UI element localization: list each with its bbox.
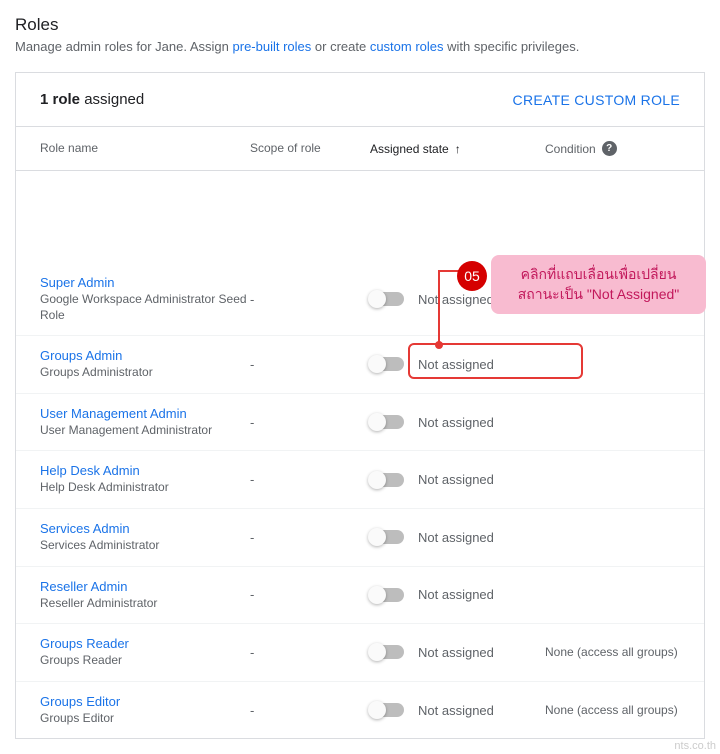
assigned-state-text: Not assigned <box>418 357 494 372</box>
annotation-leader-dot <box>435 341 443 349</box>
role-description: Groups Administrator <box>40 365 250 381</box>
scope-value: - <box>250 472 370 487</box>
scope-value: - <box>250 587 370 602</box>
condition-value: None (access all groups) <box>545 645 680 659</box>
scope-value: - <box>250 645 370 660</box>
assigned-state-text: Not assigned <box>418 645 494 660</box>
assigned-state-text: Not assigned <box>418 703 494 718</box>
scope-value: - <box>250 530 370 545</box>
role-description: Groups Editor <box>40 711 250 727</box>
scope-value: - <box>250 292 370 307</box>
help-icon[interactable]: ? <box>602 141 617 156</box>
role-count-text: assigned <box>80 91 144 108</box>
column-header-condition-label: Condition <box>545 142 596 156</box>
panel-header: 1 role assigned CREATE CUSTOM ROLE <box>16 73 704 127</box>
assigned-state-text: Not assigned <box>418 530 494 545</box>
subtitle-text: or create <box>311 39 370 54</box>
table-row: Help Desk Admin Help Desk Administrator- N… <box>16 451 704 509</box>
page-title: Roles <box>15 15 705 35</box>
column-header-state[interactable]: Assigned state ↑ <box>370 141 545 156</box>
subtitle-text: Manage admin roles for Jane. Assign <box>15 39 233 54</box>
scope-value: - <box>250 415 370 430</box>
assigned-state-text: Not assigned <box>418 415 494 430</box>
assigned-toggle[interactable] <box>370 292 404 306</box>
annotation-leader-line <box>438 270 440 345</box>
role-description: Reseller Administrator <box>40 596 250 612</box>
assigned-toggle[interactable] <box>370 588 404 602</box>
assigned-state-text: Not assigned <box>418 587 494 602</box>
column-header-scope[interactable]: Scope of role <box>250 141 370 156</box>
annotation-step-badge: 05 <box>457 261 487 291</box>
assigned-toggle[interactable] <box>370 645 404 659</box>
annotation-text-box: คลิกที่แถบเลื่อนเพื่อเปลี่ยน สถานะเป็น "… <box>491 255 706 314</box>
annotation-callout: 05 คลิกที่แถบเลื่อนเพื่อเปลี่ยน สถานะเป็… <box>457 255 706 314</box>
role-name-link[interactable]: Services Admin <box>40 521 250 536</box>
condition-value: None (access all groups) <box>545 703 680 717</box>
table-row: Groups Editor Groups Editor- Not assigned N… <box>16 682 704 739</box>
create-custom-role-button[interactable]: CREATE CUSTOM ROLE <box>513 92 680 108</box>
sort-arrow-up-icon: ↑ <box>455 142 461 156</box>
role-name-link[interactable]: Groups Editor <box>40 694 250 709</box>
role-name-link[interactable]: Super Admin <box>40 275 250 290</box>
column-header-name[interactable]: Role name <box>40 141 250 156</box>
annotation-text-line: สถานะเป็น "Not Assigned" <box>505 285 692 305</box>
scope-value: - <box>250 703 370 718</box>
scope-value: - <box>250 357 370 372</box>
custom-roles-link[interactable]: custom roles <box>370 39 444 54</box>
role-description: Help Desk Administrator <box>40 480 250 496</box>
table-row: Groups Reader Groups Reader- Not assigned N… <box>16 624 704 682</box>
role-count: 1 role assigned <box>40 91 144 108</box>
role-name-link[interactable]: Groups Admin <box>40 348 250 363</box>
table-row: User Management Admin User Management Adm… <box>16 394 704 452</box>
annotation-text-line: คลิกที่แถบเลื่อนเพื่อเปลี่ยน <box>505 265 692 285</box>
table-row: Services Admin Services Administrator- Not… <box>16 509 704 567</box>
role-description: User Management Administrator <box>40 423 250 439</box>
assigned-toggle[interactable] <box>370 357 404 371</box>
assigned-state-text: Not assigned <box>418 472 494 487</box>
column-header-condition[interactable]: Condition ? <box>545 141 680 156</box>
assigned-toggle[interactable] <box>370 703 404 717</box>
assigned-toggle[interactable] <box>370 415 404 429</box>
table-row: Groups Admin Groups Administrator- Not ass… <box>16 336 704 394</box>
role-name-link[interactable]: User Management Admin <box>40 406 250 421</box>
table-header-row: Role name Scope of role Assigned state ↑… <box>16 127 704 171</box>
role-name-link[interactable]: Help Desk Admin <box>40 463 250 478</box>
role-description: Google Workspace Administrator Seed Role <box>40 292 250 323</box>
column-header-state-label: Assigned state <box>370 142 449 156</box>
role-count-num: 1 role <box>40 91 80 108</box>
assigned-toggle[interactable] <box>370 530 404 544</box>
role-description: Services Administrator <box>40 538 250 554</box>
watermark: nts.co.th <box>674 740 716 752</box>
role-name-link[interactable]: Groups Reader <box>40 636 250 651</box>
role-description: Groups Reader <box>40 653 250 669</box>
table-row: Reseller Admin Reseller Administrator- Not… <box>16 567 704 625</box>
role-name-link[interactable]: Reseller Admin <box>40 579 250 594</box>
assigned-toggle[interactable] <box>370 473 404 487</box>
prebuilt-roles-link[interactable]: pre-built roles <box>233 39 312 54</box>
subtitle-text: with specific privileges. <box>444 39 580 54</box>
roles-panel: 1 role assigned CREATE CUSTOM ROLE Role … <box>15 72 705 739</box>
page-subtitle: Manage admin roles for Jane. Assign pre-… <box>15 39 705 54</box>
